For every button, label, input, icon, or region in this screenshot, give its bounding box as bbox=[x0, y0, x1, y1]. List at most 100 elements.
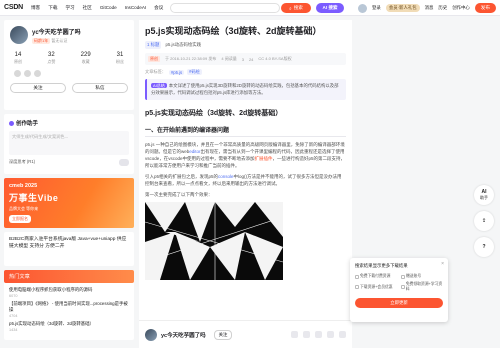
checkbox-icon bbox=[355, 274, 359, 279]
article-categories: 文章标签： #p5.js #码绘 bbox=[145, 69, 346, 75]
stat-label: 收藏 bbox=[81, 59, 90, 64]
option-label: 免费领取资源+学习资料 bbox=[405, 282, 443, 291]
nav-link-blog[interactable]: 博客 bbox=[31, 5, 40, 11]
vip-button[interactable]: 会员·新人礼包 bbox=[385, 4, 420, 12]
favorite-icon[interactable] bbox=[315, 331, 322, 338]
ai-summary: AI总结 本文详述了使用p5.js实现3D旋转和2D旋转的动态码绘实践，包括基本的… bbox=[145, 79, 346, 100]
follow-button[interactable]: 关注 bbox=[213, 329, 233, 340]
nav-right: 登录 会员·新人礼包 消息 历史 创作中心 发布 bbox=[358, 3, 496, 13]
hot-article-title: 【前端项目】《网络》 - 使用当前时间实现...processing是手被操 bbox=[9, 301, 128, 312]
nav-link-community[interactable]: 社区 bbox=[83, 5, 92, 11]
editor-link[interactable]: editor bbox=[189, 149, 200, 154]
nav-creator-center[interactable]: 创作中心 bbox=[452, 5, 470, 11]
stat-favorites[interactable]: 229 收藏 bbox=[81, 52, 91, 65]
user-avatar[interactable] bbox=[358, 3, 368, 13]
left-sidebar: yc今天吃芋圆了吗 码龄1年 暂无认证 14 原创 32 点赞 229 收藏 31 粉丝… bbox=[4, 20, 134, 344]
section-heading: 一、在开始前遇到的编译器问题 bbox=[145, 125, 346, 137]
login-link[interactable]: 登录 bbox=[372, 5, 381, 11]
publish-button[interactable]: 发布 bbox=[474, 3, 496, 13]
category-tag[interactable]: #p5.js bbox=[168, 69, 185, 75]
message-button[interactable]: 私信 bbox=[72, 83, 128, 93]
option-label: 赠送账号 bbox=[406, 274, 422, 278]
author-avatar[interactable] bbox=[145, 328, 157, 341]
badge-icon bbox=[14, 70, 21, 77]
dislike-icon[interactable] bbox=[303, 331, 310, 338]
profile-badges bbox=[10, 70, 128, 77]
deep-think-toggle[interactable]: 深度思考 (R1) bbox=[9, 159, 35, 166]
article-heading: p5.js实现动态码绘（3d旋转、2d旋转基础） bbox=[145, 110, 283, 117]
popup-option[interactable]: 免费下载付费资源 bbox=[355, 274, 397, 279]
assistant-input[interactable]: 大师生成/代码生成/文案润色... bbox=[9, 131, 129, 155]
author-name[interactable]: yc今天吃芋圆了吗 bbox=[161, 331, 206, 339]
nav-link-learn[interactable]: 学习 bbox=[65, 5, 74, 11]
license-text[interactable]: CC 4.0 BY-SA版权 bbox=[258, 56, 291, 62]
like-icon[interactable] bbox=[291, 331, 298, 338]
popup-option[interactable]: 免费领取资源+学习资料 bbox=[401, 282, 443, 292]
comment-icon[interactable] bbox=[327, 331, 334, 338]
banner-line1: cmeb 2025 bbox=[9, 183, 38, 189]
top-navbar: CSDN 博客 下载 学习 社区 GitCode InsCodeAI 会议 ⌕ … bbox=[0, 0, 500, 16]
nav-link-inscode[interactable]: InsCodeAI bbox=[125, 5, 146, 10]
category-tag[interactable]: #码绘 bbox=[187, 69, 202, 75]
fav-count[interactable]: 24 bbox=[249, 57, 253, 62]
nav-messages[interactable]: 消息 bbox=[425, 5, 434, 11]
hot-article-item[interactable]: p5.js实现动态码绘（3d旋转、2d旋转基础） 1434 bbox=[9, 321, 129, 333]
right-float-rail: AI 助手 ⇪ ? bbox=[474, 185, 494, 257]
stat-fans[interactable]: 31 粉丝 bbox=[116, 52, 124, 65]
share-icon[interactable] bbox=[339, 331, 346, 338]
hot-article-item[interactable]: 使用电脑端小程序抓包获取小程序的的源码 6070 bbox=[9, 287, 129, 299]
paragraph-text: 引入p5相关的扩展包之后，发现p5的 bbox=[145, 174, 219, 179]
console-link[interactable]: console bbox=[218, 174, 234, 179]
follow-button[interactable]: 关注 bbox=[10, 83, 66, 93]
article-meta: 原创 于 2016-10-21 22:38:09 发布 4 阅读量 3 24 C… bbox=[145, 53, 346, 65]
hot-article-item[interactable]: 【前端项目】《网络》 - 使用当前时间实现...processing是手被操 47… bbox=[9, 301, 129, 319]
checkbox-icon bbox=[401, 285, 405, 289]
rotation-art-image bbox=[145, 202, 283, 280]
csdn-logo[interactable]: CSDN bbox=[4, 4, 23, 11]
nav-link-meeting[interactable]: 会议 bbox=[154, 5, 163, 11]
author-avatar[interactable] bbox=[10, 26, 28, 44]
search-input[interactable] bbox=[170, 3, 280, 13]
stat-likes[interactable]: 32 点赞 bbox=[47, 52, 55, 65]
nav-history[interactable]: 历史 bbox=[438, 5, 447, 11]
nav-link-download[interactable]: 下载 bbox=[48, 5, 57, 11]
back-to-top-button[interactable]: ⇪ bbox=[474, 211, 494, 231]
popup-option[interactable]: 下载资源+会员优惠 bbox=[355, 282, 397, 292]
paragraph: 引入p5相关的扩展包之后，发现p5的console中log()方法是并不能用的，… bbox=[145, 173, 346, 187]
paragraph: p5.js 一种自己的绘图模块，并且在一个非常高质量的高级网页版编译器里，免除了… bbox=[145, 141, 346, 169]
ai-assistant-button[interactable]: AI 助手 bbox=[474, 185, 494, 205]
option-label: 免费下载付费资源 bbox=[360, 274, 391, 278]
tag-value[interactable]: p5.js动态码绘实践 bbox=[165, 42, 201, 48]
extension-link[interactable]: 扩展插件 bbox=[255, 156, 273, 161]
profile-card: yc今天吃芋圆了吗 码龄1年 暂无认证 14 原创 32 点赞 229 收藏 31 粉丝… bbox=[4, 20, 134, 110]
nav-link-gitcode[interactable]: GitCode bbox=[100, 5, 117, 10]
profile-stats: 14 原创 32 点赞 229 收藏 31 粉丝 bbox=[10, 52, 128, 65]
promo-banner[interactable]: cmeb 2025 万事生Vibe 品牌大会 等你来 立即报名 bbox=[4, 178, 134, 228]
stat-original[interactable]: 14 原创 bbox=[14, 52, 22, 65]
stat-value: 31 bbox=[116, 52, 124, 58]
option-label: 下载资源+会员优惠 bbox=[360, 284, 393, 289]
creation-assistant-card: 创作助手 大师生成/代码生成/文案润色... 深度思考 (R1) bbox=[4, 114, 134, 174]
ai-search-button[interactable]: AI 搜索 bbox=[316, 3, 344, 13]
banner-cta[interactable]: 立即报名 bbox=[9, 215, 31, 223]
hot-articles-title: 热门文章 bbox=[4, 270, 134, 283]
like-count[interactable]: 3 bbox=[242, 57, 244, 62]
article-figure[interactable] bbox=[145, 202, 283, 280]
checkbox-icon bbox=[355, 285, 359, 289]
help-button[interactable]: ? bbox=[474, 237, 494, 257]
search-button-label: 搜索 bbox=[293, 5, 303, 10]
author-name[interactable]: yc今天吃芋圆了吗 bbox=[32, 27, 81, 36]
send-icon[interactable] bbox=[119, 159, 129, 166]
close-icon[interactable]: × bbox=[441, 261, 444, 267]
popup-submit-button[interactable]: 立即更新 bbox=[355, 298, 443, 308]
popup-option[interactable]: 赠送账号 bbox=[401, 274, 443, 279]
hot-articles-card: 热门文章 使用电脑端小程序抓包获取小程序的的源码 6070 【前端项目】《网络》 … bbox=[4, 270, 134, 340]
stat-value: 14 bbox=[14, 52, 22, 58]
search-button[interactable]: ⌕ 搜索 bbox=[281, 3, 311, 13]
article-tag-row: 1 标题 p5.js动态码绘实践 bbox=[145, 41, 346, 49]
news-card[interactable]: B2B2C商家入驻平台系统java版 Java+vue+uniapp 供应链大模… bbox=[4, 232, 134, 266]
author-level: 码龄1年 暂无认证 bbox=[32, 37, 81, 44]
stat-value: 229 bbox=[80, 52, 91, 58]
badge-icon bbox=[34, 70, 41, 77]
level-badge: 码龄1年 bbox=[32, 37, 51, 44]
